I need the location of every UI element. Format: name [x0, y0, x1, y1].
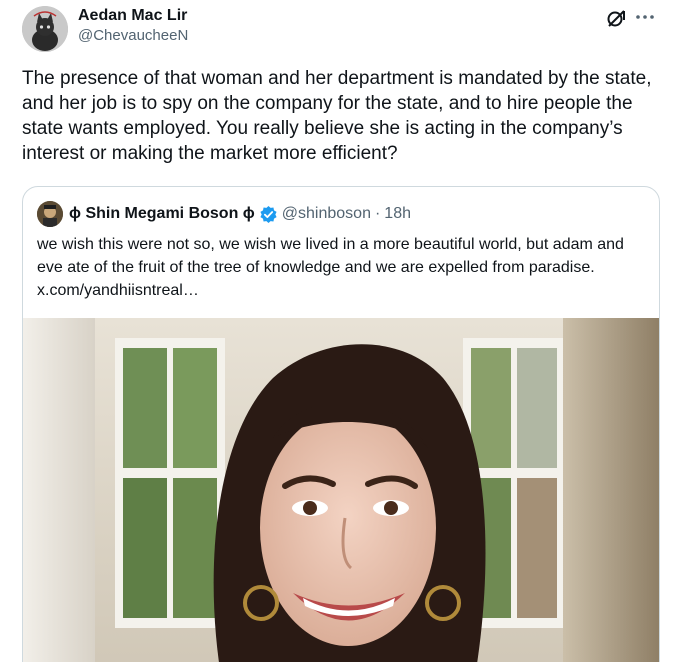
quote-link[interactable]: x.com/yandhiisntreal… [37, 282, 199, 299]
quoted-post-card[interactable]: ɸ Shin Megami Boson ɸ @shinboson · 18h w… [22, 186, 660, 662]
quote-author-handle[interactable]: @shinboson [282, 205, 371, 223]
post-text: The presence of that woman and her depar… [22, 68, 652, 164]
header-actions [606, 6, 662, 28]
author-display-name[interactable]: Aedan Mac Lir [78, 6, 188, 26]
quote-text: we wish this were not so, we wish we liv… [37, 233, 649, 302]
quote-body: we wish this were not so, we wish we liv… [37, 236, 624, 276]
author-handle[interactable]: @ChevaucheeN [78, 26, 188, 46]
author-avatar[interactable] [22, 6, 68, 52]
grok-icon[interactable] [606, 8, 626, 28]
quote-timestamp[interactable]: 18h [384, 205, 411, 223]
post-header: Aedan Mac Lir @ChevaucheeN [22, 6, 662, 52]
tweet-post: Aedan Mac Lir @ChevaucheeN The presence … [0, 0, 674, 662]
quote-author-name[interactable]: ɸ Shin Megami Boson ɸ [69, 205, 255, 223]
verified-badge-icon [259, 205, 278, 224]
more-icon[interactable] [634, 8, 656, 26]
quote-media-image[interactable] [23, 318, 659, 662]
quote-author-avatar[interactable] [37, 201, 63, 227]
quote-header: ɸ Shin Megami Boson ɸ @shinboson · 18h [37, 201, 411, 227]
user-block: Aedan Mac Lir @ChevaucheeN [78, 6, 188, 46]
separator-dot: · [374, 205, 381, 222]
